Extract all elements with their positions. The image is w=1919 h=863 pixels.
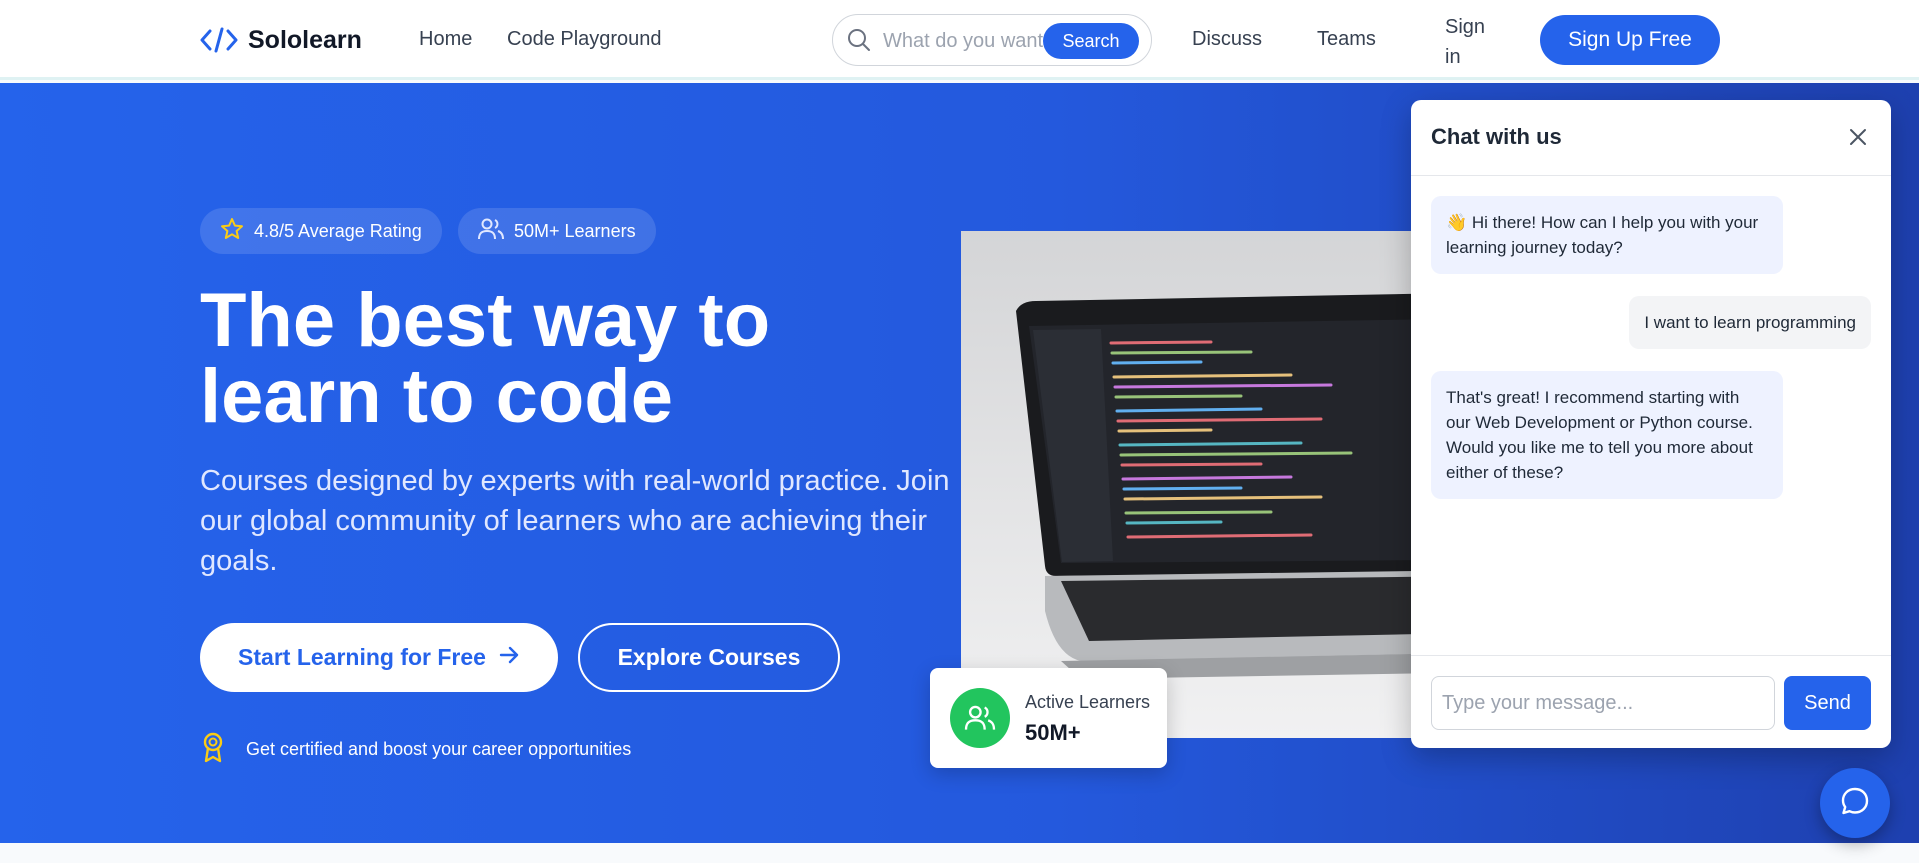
arrow-right-icon (498, 644, 520, 672)
hero-title: The best way to learn to code (200, 278, 771, 439)
chat-message-bot: That's great! I recommend starting with … (1431, 371, 1783, 499)
logo-text: Sololearn (248, 25, 362, 54)
signin-link[interactable]: Sign in (1445, 12, 1495, 72)
search-input[interactable] (883, 27, 1045, 55)
start-learning-button[interactable]: Start Learning for Free (200, 623, 558, 692)
chat-panel: Chat with us 👋 Hi there! How can I help … (1411, 100, 1891, 748)
chat-header: Chat with us (1411, 100, 1891, 176)
search-bar: Search (832, 14, 1152, 66)
users-icon (950, 688, 1010, 748)
search-icon (847, 28, 871, 57)
site-header: Sololearn Home Code Playground Search Di… (0, 0, 1919, 80)
chat-bubble-icon (1840, 786, 1870, 821)
chat-message-user: I want to learn programming (1629, 296, 1871, 349)
active-learners-label: Active Learners (1025, 692, 1151, 712)
cert-text: Get certified and boost your career oppo… (246, 739, 632, 759)
code-icon (200, 26, 238, 54)
chat-message-input[interactable] (1431, 676, 1775, 730)
logo[interactable]: Sololearn (200, 22, 362, 58)
start-learning-label: Start Learning for Free (238, 644, 486, 670)
close-icon[interactable] (1847, 126, 1869, 153)
certification-note: Get certified and boost your career oppo… (200, 731, 631, 768)
chat-toggle-button[interactable] (1820, 768, 1890, 838)
chat-message-bot: 👋 Hi there! How can I help you with your… (1431, 196, 1783, 274)
signup-button[interactable]: Sign Up Free (1540, 15, 1720, 65)
star-icon (220, 217, 244, 246)
learners-text: 50M+ Learners (514, 220, 636, 241)
chat-send-button[interactable]: Send (1784, 676, 1871, 730)
chat-title: Chat with us (1431, 124, 1562, 149)
award-icon (200, 731, 226, 768)
chat-footer: Send (1411, 655, 1891, 748)
active-learners-value: 50M+ (1025, 720, 1081, 745)
rating-badge: 4.8/5 Average Rating (200, 208, 442, 254)
nav-discuss[interactable]: Discuss (1192, 28, 1262, 51)
users-icon (478, 217, 504, 246)
nav-teams[interactable]: Teams (1317, 28, 1376, 51)
rating-text: 4.8/5 Average Rating (254, 220, 422, 241)
explore-courses-button[interactable]: Explore Courses (578, 623, 840, 692)
hero-subtitle: Courses designed by experts with real-wo… (200, 465, 950, 577)
nav-code-playground[interactable]: Code Playground (507, 28, 662, 51)
search-button[interactable]: Search (1043, 23, 1139, 59)
learners-badge: 50M+ Learners (458, 208, 656, 254)
nav-home[interactable]: Home (419, 28, 472, 51)
active-learners-card: Active Learners 50M+ (930, 668, 1167, 768)
